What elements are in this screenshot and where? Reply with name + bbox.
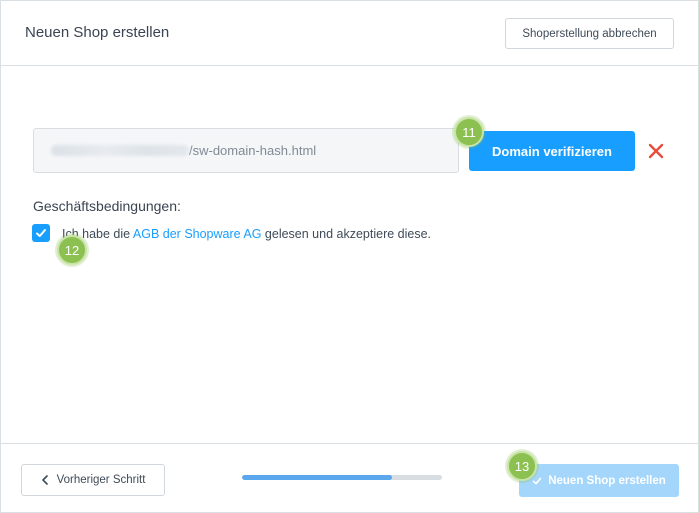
cancel-shop-creation-button[interactable]: Shoperstellung abbrechen	[505, 18, 674, 49]
terms-text-after: gelesen und akzeptiere diese.	[261, 227, 432, 241]
previous-step-button[interactable]: Vorheriger Schritt	[21, 464, 165, 496]
verify-domain-button[interactable]: Domain verifizieren	[469, 131, 635, 171]
close-icon[interactable]	[646, 141, 666, 161]
modal-header: Neuen Shop erstellen Shoperstellung abbr…	[1, 1, 699, 66]
step-badge-12: 12	[57, 235, 87, 265]
create-shop-button[interactable]: Neuen Shop erstellen	[519, 464, 679, 497]
chevron-left-icon	[41, 475, 48, 485]
step-badge-11: 11	[454, 117, 484, 147]
modal-title: Neuen Shop erstellen	[25, 24, 170, 41]
wizard-progress-fill	[242, 475, 392, 480]
checkmark-icon	[36, 229, 46, 237]
step-badge-13: 13	[507, 451, 537, 481]
terms-agb-link[interactable]: AGB der Shopware AG	[133, 227, 262, 241]
domain-hash-suffix: /sw-domain-hash.html	[189, 143, 317, 158]
terms-heading: Geschäftsbedingungen:	[33, 198, 181, 214]
previous-step-label: Vorheriger Schritt	[56, 474, 146, 486]
terms-statement: Ich habe die AGB der Shopware AG gelesen…	[62, 227, 431, 241]
wizard-progress-bar	[242, 475, 442, 480]
domain-hash-url-field[interactable]: /sw-domain-hash.html	[33, 128, 459, 173]
blurred-domain	[51, 145, 189, 156]
terms-checkbox[interactable]	[32, 224, 50, 242]
create-shop-modal: Neuen Shop erstellen Shoperstellung abbr…	[0, 0, 699, 513]
modal-footer: Vorheriger Schritt Neuen Shop erstellen	[1, 443, 699, 513]
checkmark-icon	[532, 477, 542, 484]
create-shop-label: Neuen Shop erstellen	[548, 474, 666, 487]
